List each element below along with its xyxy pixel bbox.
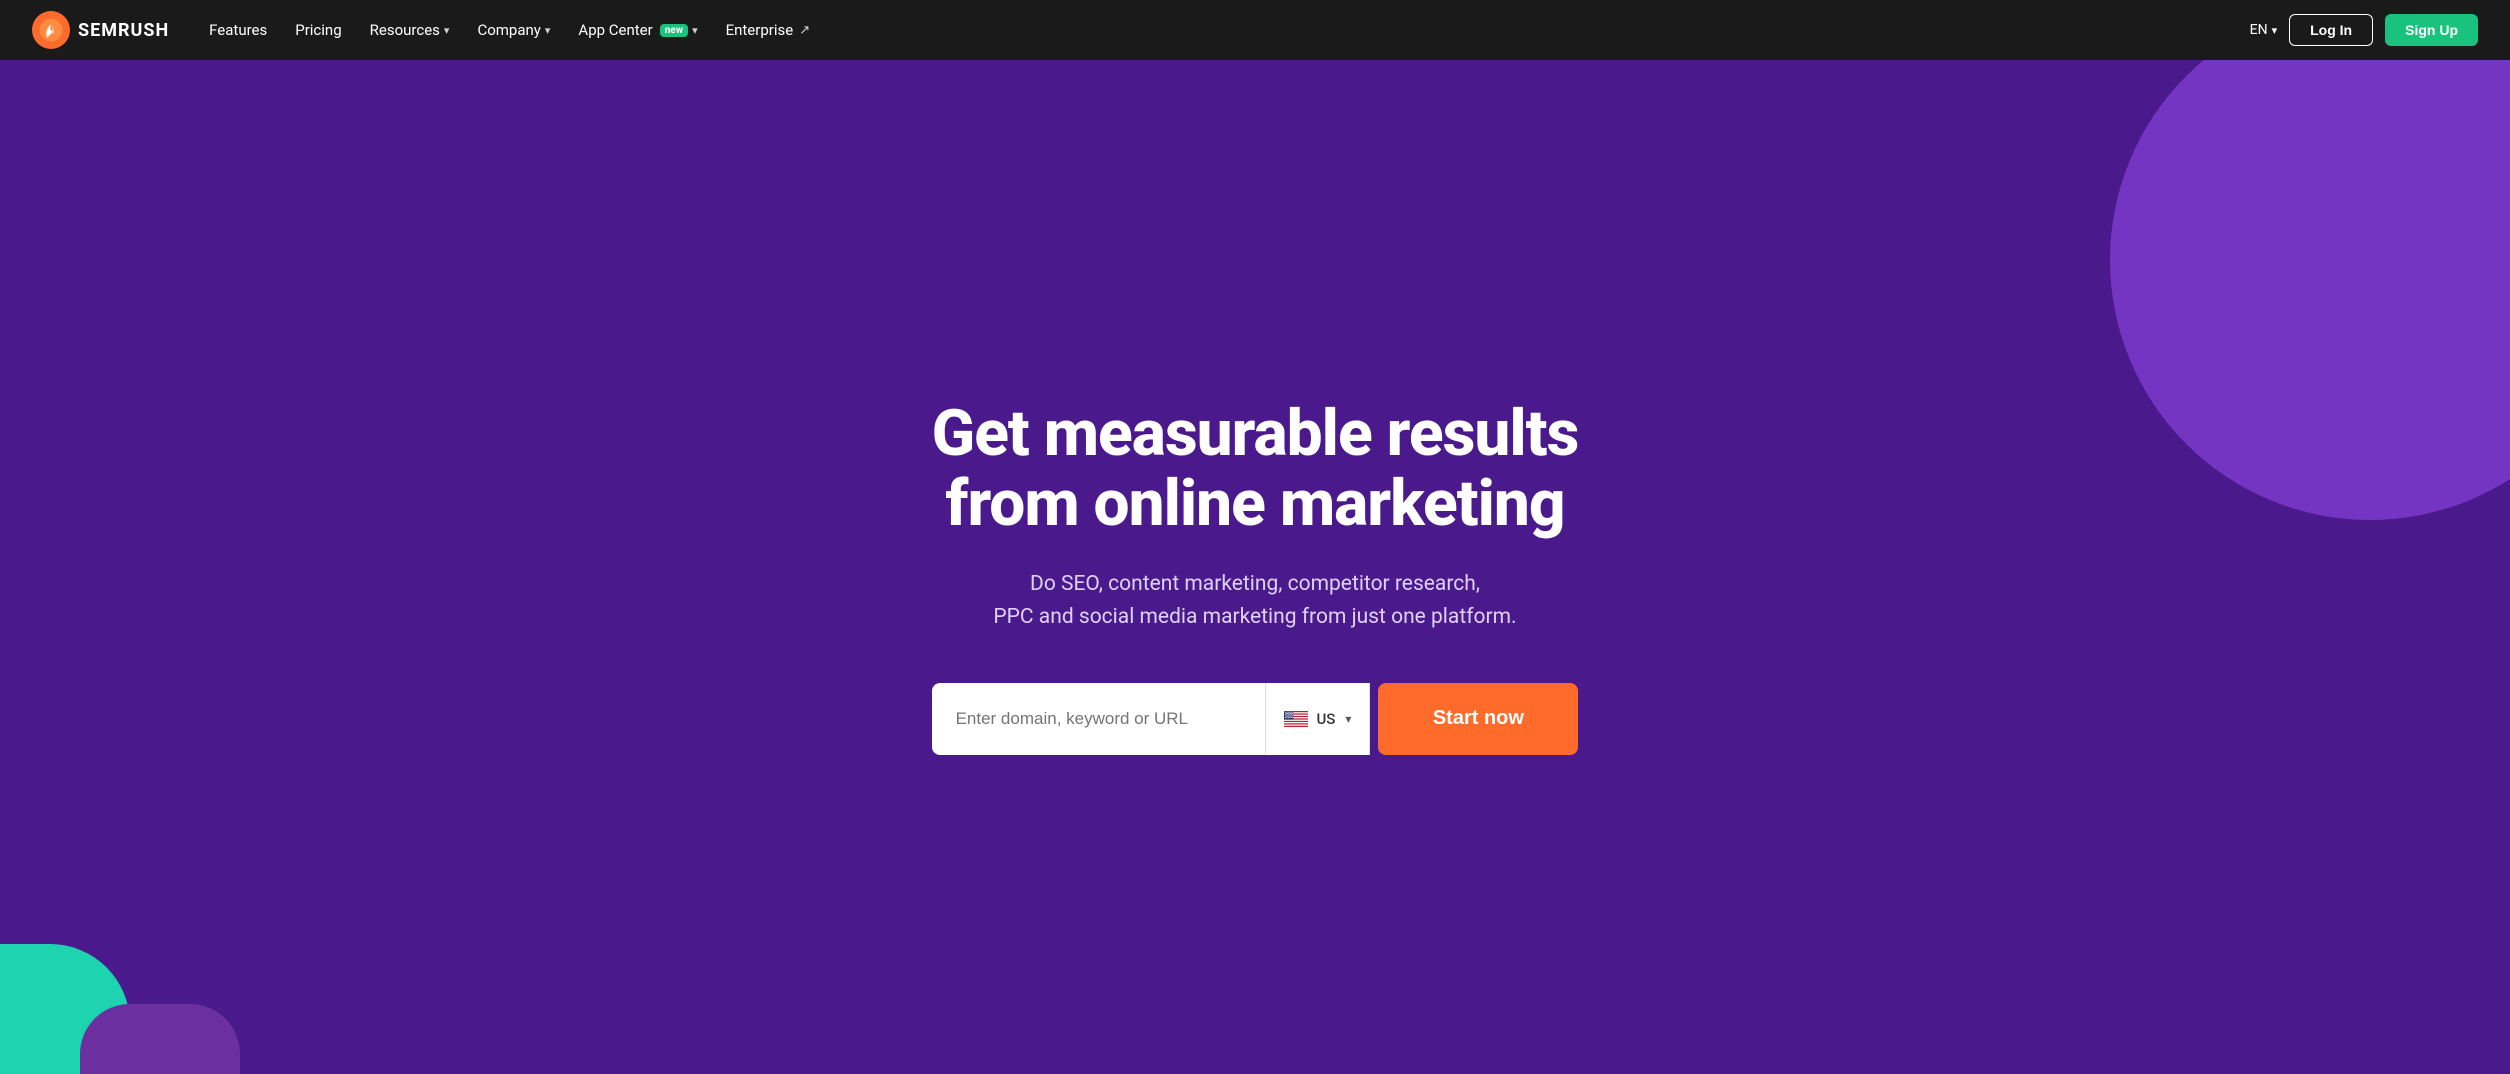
nav-pricing[interactable]: Pricing <box>295 21 341 39</box>
nav-right: EN ▾ Log In Sign Up <box>2250 14 2478 46</box>
nav-enterprise[interactable]: Enterprise ↗ <box>726 21 811 39</box>
logo[interactable]: SEMRUSH <box>32 11 169 49</box>
enterprise-external-icon: ↗ <box>799 23 810 38</box>
app-center-badge: new <box>660 24 688 37</box>
company-chevron-icon: ▾ <box>545 24 551 37</box>
nav-features[interactable]: Features <box>209 21 267 39</box>
semrush-logo-icon <box>32 11 70 49</box>
nav-company[interactable]: Company ▾ <box>477 21 550 39</box>
logo-text: SEMRUSH <box>78 20 169 41</box>
nav-app-center[interactable]: App Center new ▾ <box>578 21 697 39</box>
login-button[interactable]: Log In <box>2289 14 2373 46</box>
resources-chevron-icon: ▾ <box>444 24 450 37</box>
app-center-chevron-icon: ▾ <box>692 24 698 37</box>
us-flag-icon <box>1284 711 1308 727</box>
hero-content: Get measurable results from online marke… <box>932 399 1579 755</box>
hero-title: Get measurable results from online marke… <box>932 399 1579 540</box>
lang-chevron-icon: ▾ <box>2272 24 2278 37</box>
search-input[interactable] <box>932 683 1266 755</box>
main-nav: SEMRUSH Features Pricing Resources ▾ Com… <box>0 0 2510 60</box>
country-selector[interactable]: US ▾ <box>1265 683 1369 755</box>
nav-resources[interactable]: Resources ▾ <box>370 21 450 39</box>
language-selector[interactable]: EN ▾ <box>2250 22 2277 38</box>
hero-section: Get measurable results from online marke… <box>0 60 2510 1074</box>
hero-subtitle: Do SEO, content marketing, competitor re… <box>932 568 1579 635</box>
search-input-wrapper: US ▾ <box>932 683 1371 755</box>
nav-links: Features Pricing Resources ▾ Company ▾ A… <box>209 21 2217 39</box>
signup-button[interactable]: Sign Up <box>2385 14 2478 46</box>
hero-search-bar: US ▾ Start now <box>932 683 1579 755</box>
start-now-button[interactable]: Start now <box>1378 683 1578 755</box>
hero-purple-decoration <box>80 1004 240 1074</box>
hero-circle-decoration <box>2110 60 2510 520</box>
country-chevron-icon: ▾ <box>1345 712 1351 726</box>
